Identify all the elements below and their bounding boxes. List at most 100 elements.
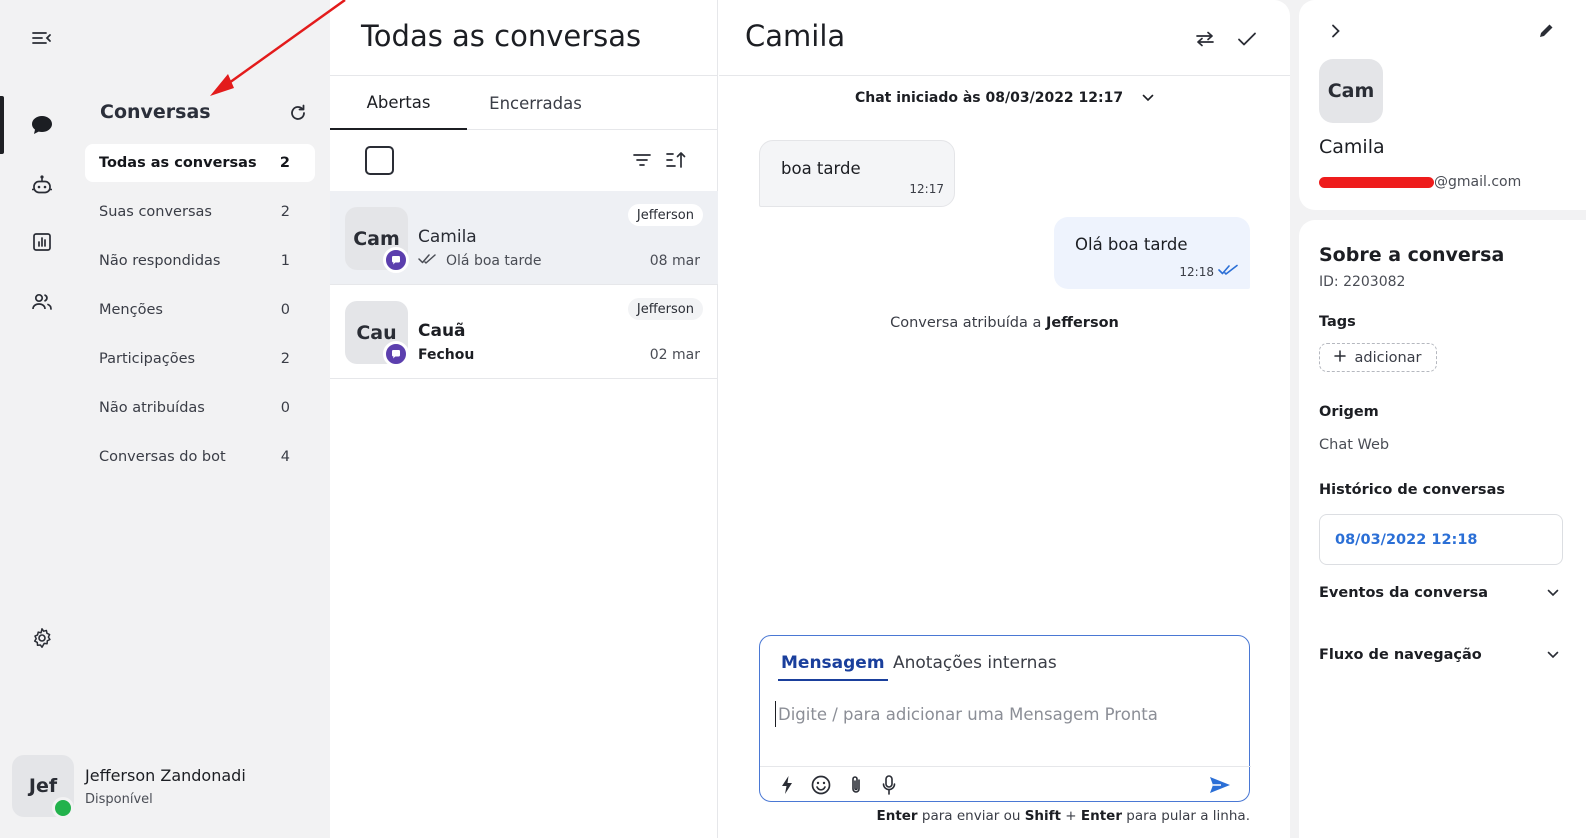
transfer-icon[interactable] bbox=[1192, 26, 1218, 52]
filter-icon[interactable] bbox=[630, 148, 654, 172]
chat-bubble-icon[interactable] bbox=[22, 105, 62, 145]
message-input[interactable] bbox=[775, 701, 1235, 727]
chevron-down-icon bbox=[1142, 90, 1154, 106]
chat-panel: Camila Chat iniciado às 08/03/2022 12:17… bbox=[719, 0, 1290, 838]
add-tag-label: adicionar bbox=[1354, 349, 1422, 366]
hint-key: Shift bbox=[1024, 808, 1061, 824]
history-item[interactable]: 08/03/2022 12:18 bbox=[1319, 514, 1563, 565]
microphone-icon[interactable] bbox=[877, 773, 901, 797]
sort-icon[interactable] bbox=[664, 148, 688, 172]
filter-count: 2 bbox=[280, 351, 290, 367]
online-status-dot bbox=[52, 797, 74, 819]
contact-name: Camila bbox=[418, 227, 477, 247]
user-name: Jefferson Zandonadi bbox=[85, 766, 246, 785]
rail-active-indicator bbox=[0, 96, 4, 154]
filter-count: 1 bbox=[280, 253, 290, 269]
filter-count: 0 bbox=[280, 400, 290, 416]
preview-text: Fechou bbox=[418, 347, 475, 363]
agent-badge: Jefferson bbox=[627, 298, 703, 320]
hint-text: para pular a linha. bbox=[1126, 808, 1250, 824]
refresh-icon[interactable] bbox=[285, 100, 311, 126]
message-time: 12:18 bbox=[1179, 264, 1240, 279]
tab-message[interactable]: Mensagem bbox=[778, 653, 888, 681]
assignee-name: Jefferson bbox=[1046, 315, 1119, 331]
tab-open[interactable]: Abertas bbox=[330, 76, 467, 130]
about-conversation-card: Sobre a conversa ID: 2203082 Tags adicio… bbox=[1299, 220, 1586, 838]
settings-icon[interactable] bbox=[22, 618, 62, 658]
message-text: Olá boa tarde bbox=[1075, 235, 1188, 254]
tab-closed[interactable]: Encerradas bbox=[467, 76, 604, 130]
filter-label: Menções bbox=[99, 302, 163, 318]
flow-label: Fluxo de navegação bbox=[1319, 647, 1482, 663]
double-check-icon bbox=[418, 253, 438, 269]
avatar: Cam bbox=[1319, 59, 1383, 123]
list-tabs: Abertas Encerradas bbox=[330, 76, 718, 130]
emoji-icon[interactable] bbox=[809, 773, 833, 797]
chat-started-text: Chat iniciado às 08/03/2022 12:17 bbox=[854, 90, 1124, 106]
conversation-date: 02 mar bbox=[649, 347, 700, 363]
events-section-toggle[interactable]: Eventos da conversa bbox=[1319, 585, 1559, 601]
message-time-text: 12:18 bbox=[1179, 264, 1214, 279]
filter-all-conversations[interactable]: Todas as conversas 2 bbox=[85, 144, 315, 182]
list-toolbar bbox=[330, 130, 718, 190]
origin-value: Chat Web bbox=[1319, 437, 1390, 453]
chat-started-info[interactable]: Chat iniciado às 08/03/2022 12:17 bbox=[719, 90, 1290, 106]
conversation-id: ID: 2203082 bbox=[1319, 274, 1406, 290]
events-label: Eventos da conversa bbox=[1319, 585, 1489, 601]
filter-bot-conversations[interactable]: Conversas do bot 4 bbox=[85, 438, 315, 476]
hint-key: Enter bbox=[1080, 808, 1122, 824]
last-message-preview: Olá boa tarde bbox=[418, 253, 542, 269]
quick-reply-bolt-icon[interactable] bbox=[775, 773, 799, 797]
email-domain: @gmail.com bbox=[1434, 174, 1522, 190]
filter-label: Não atribuídas bbox=[99, 400, 205, 416]
filter-mentions[interactable]: Menções 0 bbox=[85, 291, 315, 329]
main-panel: Todas as conversas Abertas Encerradas Ca… bbox=[330, 0, 1290, 838]
add-tag-button[interactable]: adicionar bbox=[1319, 343, 1437, 372]
contact-card: Cam Camila @gmail.com bbox=[1299, 0, 1586, 210]
preview-text: Olá boa tarde bbox=[446, 253, 542, 269]
keyboard-hint: Enter para enviar ou Shift + Enter para … bbox=[759, 808, 1250, 824]
current-user[interactable]: Jef Jefferson Zandonadi Disponível bbox=[12, 755, 312, 819]
incoming-message: boa tarde 12:17 bbox=[759, 140, 955, 207]
message-time: 12:17 bbox=[909, 182, 944, 196]
chevron-right-icon[interactable] bbox=[1324, 19, 1348, 43]
sidebar-title: Conversas bbox=[100, 101, 211, 123]
bot-icon[interactable] bbox=[22, 165, 62, 205]
reports-icon[interactable] bbox=[22, 222, 62, 262]
filter-label: Participações bbox=[99, 351, 196, 367]
tab-internal-notes[interactable]: Anotações internas bbox=[893, 653, 1057, 679]
section-title: Sobre a conversa bbox=[1319, 244, 1505, 266]
contact-name: Camila bbox=[1319, 136, 1385, 158]
conversation-item-caua[interactable]: Cau Jefferson Cauã Fechou 02 mar bbox=[330, 285, 718, 379]
plus-icon bbox=[1334, 349, 1347, 366]
chat-contact-title: Camila bbox=[745, 19, 846, 53]
hint-text: para enviar ou bbox=[921, 808, 1021, 824]
attachment-icon[interactable] bbox=[844, 773, 868, 797]
filter-label: Suas conversas bbox=[99, 204, 212, 220]
page-title: Todas as conversas bbox=[361, 19, 642, 53]
conversation-item-camila[interactable]: Cam Jefferson Camila Olá boa tarde 08 ma… bbox=[330, 191, 718, 285]
chevron-down-icon bbox=[1547, 585, 1559, 601]
list-header: Todas as conversas bbox=[330, 0, 718, 76]
resolve-check-icon[interactable] bbox=[1234, 26, 1260, 52]
filter-your-conversations[interactable]: Suas conversas 2 bbox=[85, 193, 315, 231]
edit-pencil-icon[interactable] bbox=[1534, 19, 1558, 43]
webchat-channel-icon bbox=[383, 341, 409, 367]
message-time-text: 12:17 bbox=[909, 182, 944, 196]
composer-toolbar bbox=[760, 766, 1251, 803]
filter-count: 0 bbox=[280, 302, 290, 318]
collapse-menu-icon[interactable] bbox=[22, 18, 62, 58]
filter-participations[interactable]: Participações 2 bbox=[85, 340, 315, 378]
filter-count: 2 bbox=[280, 204, 290, 220]
contacts-icon[interactable] bbox=[22, 282, 62, 322]
send-icon[interactable] bbox=[1208, 773, 1232, 797]
hint-key: Enter bbox=[876, 808, 918, 824]
filter-unassigned[interactable]: Não atribuídas 0 bbox=[85, 389, 315, 427]
assignment-event: Conversa atribuída a Jefferson bbox=[719, 315, 1290, 331]
filter-unanswered[interactable]: Não respondidas 1 bbox=[85, 242, 315, 280]
user-status: Disponível bbox=[85, 792, 153, 807]
agent-badge: Jefferson bbox=[627, 204, 703, 226]
outgoing-message: Olá boa tarde 12:18 bbox=[1054, 217, 1250, 289]
flow-section-toggle[interactable]: Fluxo de navegação bbox=[1319, 647, 1559, 663]
select-all-checkbox[interactable] bbox=[365, 146, 394, 175]
